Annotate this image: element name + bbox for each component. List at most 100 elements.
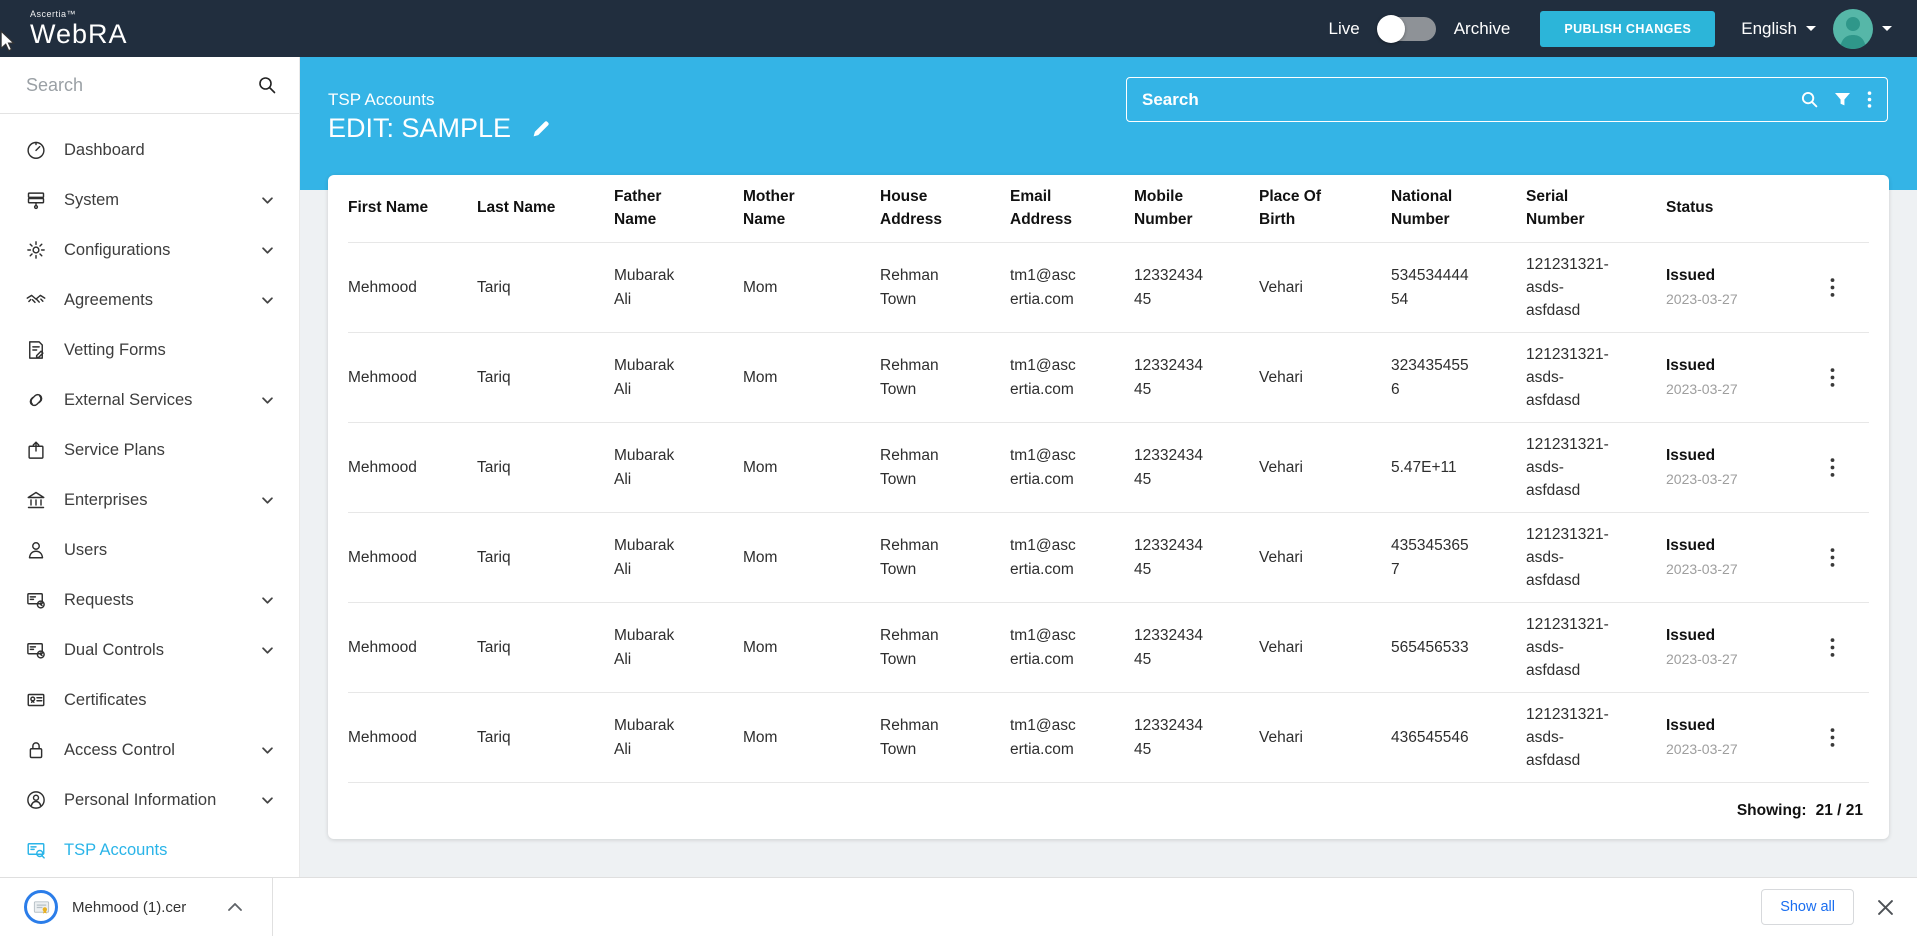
sidebar-item-certificates[interactable]: Certificates — [0, 675, 299, 725]
topbar: Ascertia™ WebRA Live Archive PUBLISH CHA… — [0, 0, 1917, 57]
sidebar-item-label: Personal Information — [64, 791, 262, 810]
cell-first-name: Mehmood — [348, 726, 477, 749]
row-actions-button[interactable] — [1824, 632, 1841, 663]
chevron-down-icon — [262, 497, 273, 504]
row-actions-button[interactable] — [1824, 272, 1841, 303]
tsp-accounts-icon — [26, 840, 48, 860]
system-icon — [26, 190, 48, 210]
sidebar-item-label: Certificates — [64, 691, 262, 710]
sidebar-item-service-plans[interactable]: Service Plans — [0, 425, 299, 475]
toggle-knob[interactable] — [1377, 15, 1405, 43]
avatar[interactable] — [1833, 9, 1873, 49]
sidebar-item-tsp-accounts[interactable]: TSP Accounts — [0, 825, 299, 875]
sidebar: Dashboard System ConfigurationsAgreementsV… — [0, 57, 300, 877]
column-header: First Name — [348, 197, 477, 219]
cell-email-address: tm1@ascertia.com — [1010, 354, 1134, 401]
content-area: First NameLast NameFather NameMother Nam… — [300, 190, 1917, 936]
sidebar-item-enterprises[interactable]: Enterprises — [0, 475, 299, 525]
cell-serial-number: 121231321-asds-asfdasd — [1526, 523, 1666, 593]
cell-last-name: Tariq — [477, 456, 614, 479]
table-search-input[interactable] — [1142, 90, 1801, 110]
cell-email-address: tm1@ascertia.com — [1010, 714, 1134, 761]
downloaded-file-item[interactable]: Mehmood (1).cer — [24, 890, 242, 924]
sidebar-item-access-control[interactable]: Access Control — [0, 725, 299, 775]
status-date: 2023-03-27 — [1666, 740, 1746, 759]
sidebar-search-input[interactable] — [26, 75, 258, 96]
edit-pencil-icon[interactable] — [531, 118, 552, 139]
cell-email-address: tm1@ascertia.com — [1010, 444, 1134, 491]
cell-serial-number: 121231321-asds-asfdasd — [1526, 433, 1666, 503]
cell-last-name: Tariq — [477, 636, 614, 659]
cell-place-of-birth: Vehari — [1259, 276, 1391, 299]
status-badge: Issued — [1666, 266, 1746, 287]
sidebar-item-dual-controls[interactable]: Dual Controls — [0, 625, 299, 675]
cell-father-name: Mubarak Ali — [614, 264, 743, 311]
showing-label: Showing: — [1737, 802, 1807, 820]
cell-first-name: Mehmood — [348, 546, 477, 569]
cell-national-number: 436545546 — [1391, 726, 1526, 749]
row-actions-button[interactable] — [1824, 542, 1841, 573]
cell-mother-name: Mom — [743, 456, 880, 479]
table-row: MehmoodTariqMubarak AliMomRehman Towntm1… — [348, 513, 1869, 603]
sidebar-item-label: Requests — [64, 591, 262, 610]
sidebar-search — [0, 57, 299, 114]
user-menu[interactable] — [1833, 9, 1893, 49]
cell-national-number: 3234354556 — [1391, 354, 1526, 401]
sidebar-item-label: Dashboard — [64, 141, 262, 160]
sidebar-item-label: System — [64, 191, 262, 210]
cell-status: Issued2023-03-27 — [1666, 356, 1796, 399]
row-actions-button[interactable] — [1824, 362, 1841, 393]
sidebar-item-system[interactable]: System — [0, 175, 299, 225]
chevron-down-icon — [262, 747, 273, 754]
logo-small-text: Ascertia™ — [30, 10, 128, 19]
chevron-up-icon[interactable] — [228, 903, 242, 911]
close-icon[interactable] — [1878, 900, 1893, 915]
access-control-icon — [26, 740, 48, 760]
downloads-bar: Mehmood (1).cer Show all — [0, 877, 1917, 936]
cell-email-address: tm1@ascertia.com — [1010, 624, 1134, 671]
sidebar-item-label: Dual Controls — [64, 641, 262, 660]
sidebar-item-users[interactable]: Users — [0, 525, 299, 575]
sidebar-item-external-services[interactable]: External Services — [0, 375, 299, 425]
show-all-button[interactable]: Show all — [1761, 889, 1854, 925]
cell-national-number: 53453444454 — [1391, 264, 1526, 311]
main-area: TSP Accounts EDIT: SAMPLE — [300, 57, 1917, 936]
cell-father-name: Mubarak Ali — [614, 354, 743, 401]
search-icon[interactable] — [258, 76, 276, 94]
cell-status: Issued2023-03-27 — [1666, 446, 1796, 489]
status-badge: Issued — [1666, 626, 1746, 647]
status-date: 2023-03-27 — [1666, 470, 1746, 489]
more-options-icon[interactable] — [1867, 91, 1872, 108]
divider — [272, 878, 273, 936]
cell-mother-name: Mom — [743, 636, 880, 659]
row-actions-button[interactable] — [1824, 722, 1841, 753]
cell-mobile-number: 1233243445 — [1134, 534, 1259, 581]
filter-icon[interactable] — [1835, 93, 1850, 107]
status-date: 2023-03-27 — [1666, 560, 1746, 579]
sidebar-item-requests[interactable]: Requests — [0, 575, 299, 625]
publish-changes-button[interactable]: PUBLISH CHANGES — [1540, 11, 1715, 47]
service-plans-icon — [26, 440, 48, 460]
cell-first-name: Mehmood — [348, 456, 477, 479]
cell-last-name: Tariq — [477, 546, 614, 569]
live-archive-toggle[interactable] — [1378, 17, 1436, 41]
cell-house-address: Rehman Town — [880, 264, 1010, 311]
sidebar-item-configurations[interactable]: Configurations — [0, 225, 299, 275]
sidebar-item-label: Access Control — [64, 741, 262, 760]
page-header: TSP Accounts EDIT: SAMPLE — [300, 57, 1917, 190]
sidebar-item-vetting-forms[interactable]: Vetting Forms — [0, 325, 299, 375]
sidebar-item-personal-information[interactable]: Personal Information — [0, 775, 299, 825]
cell-place-of-birth: Vehari — [1259, 456, 1391, 479]
cell-national-number: 565456533 — [1391, 636, 1526, 659]
sidebar-item-dashboard[interactable]: Dashboard — [0, 125, 299, 175]
sidebar-item-agreements[interactable]: Agreements — [0, 275, 299, 325]
cell-house-address: Rehman Town — [880, 444, 1010, 491]
cell-house-address: Rehman Town — [880, 714, 1010, 761]
showing-value: 21 / 21 — [1816, 802, 1863, 820]
cell-mobile-number: 1233243445 — [1134, 624, 1259, 671]
sidebar-item-label: TSP Accounts — [64, 841, 262, 860]
search-icon[interactable] — [1801, 91, 1818, 108]
language-selector[interactable]: English — [1741, 19, 1817, 39]
row-actions-button[interactable] — [1824, 452, 1841, 483]
sidebar-item-label: Service Plans — [64, 441, 262, 460]
